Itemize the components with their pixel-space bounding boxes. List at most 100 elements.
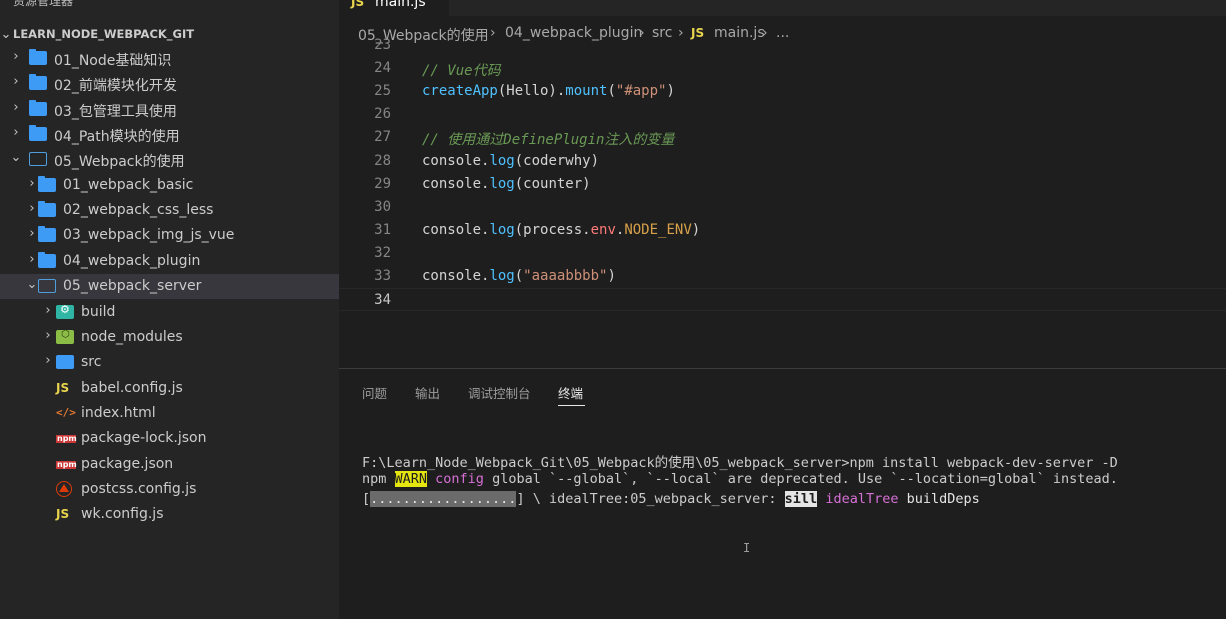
code-line[interactable]: 32: [339, 242, 1226, 265]
code-text: // 使用通过DefinePlugin注入的变量: [422, 129, 674, 149]
more-actions-icon[interactable]: ···: [302, 0, 318, 6]
code-line[interactable]: 29 console.log(counter): [339, 173, 1226, 196]
terminal-text: F:\Learn_Node_Webpack_Git\05_Webpack的使用\…: [362, 455, 1118, 471]
line-number: 23: [374, 37, 391, 53]
code-token: log: [489, 221, 515, 238]
tree-item[interactable]: JS babel.config.js: [0, 376, 339, 401]
src-folder-icon: [56, 355, 74, 370]
terminal-text: buildDeps: [898, 491, 980, 507]
line-number: 25: [374, 83, 391, 100]
tree-item-label: index.html: [81, 404, 156, 421]
tree-item-label: postcss.config.js: [81, 480, 197, 497]
terminal-text: global `--global`, `--local` are depreca…: [483, 471, 1118, 487]
code-text: console.log("aaaabbbb"): [422, 268, 616, 284]
code-token: log: [489, 268, 515, 284]
tree-item-label: 02_webpack_css_less: [63, 202, 214, 219]
npm-file-icon: npm: [56, 459, 77, 469]
tree-item-label: 03_webpack_img_js_vue: [63, 227, 235, 244]
tree-item[interactable]: ⌄ 05_Webpack的使用: [0, 147, 339, 172]
terminal-text: ] \ idealTree:05_webpack_server:: [516, 491, 785, 507]
code-token: // Vue代码: [422, 63, 501, 80]
tree-item-label: src: [81, 354, 102, 371]
tab-problems[interactable]: 问题: [362, 383, 387, 402]
build-folder-icon: [56, 303, 74, 319]
line-number: 34: [374, 292, 391, 309]
active-tab-indicator: [558, 405, 585, 406]
chevron-right-icon: ›: [13, 125, 19, 141]
code-line[interactable]: 27 // 使用通过DefinePlugin注入的变量: [339, 126, 1226, 149]
code-token: (counter): [514, 175, 591, 192]
tree-item[interactable]: ⌄ 05_webpack_server: [0, 274, 339, 300]
code-line[interactable]: 28 console.log(coderwhy): [339, 150, 1226, 173]
tree-item[interactable]: › 03_webpack_img_js_vue: [0, 223, 339, 248]
tree-item[interactable]: › 02_前端模块化开发: [0, 71, 339, 96]
folder-icon: [29, 49, 47, 65]
code-line[interactable]: 25 createApp(Hello).mount("#app"): [339, 80, 1226, 103]
line-number: 24: [374, 60, 391, 77]
terminal-text: WARN: [394, 471, 428, 487]
code-editor[interactable]: 23 24// Vue代码 25 createApp(Hello).mount("#a…: [339, 37, 1226, 368]
code-token: // 使用通过DefinePlugin注入的变量: [422, 132, 675, 149]
code-line[interactable]: 23: [339, 34, 1226, 57]
workspace-section-header[interactable]: ⌄ LEARN_NODE_WEBPACK_GIT: [0, 24, 339, 46]
line-number: 33: [374, 268, 391, 284]
code-line[interactable]: 24 // Vue代码: [339, 57, 1226, 80]
workspace-name: LEARN_NODE_WEBPACK_GIT: [13, 27, 195, 41]
code-token: console.: [422, 175, 490, 192]
tab-main-js[interactable]: JS main.js: [339, 0, 449, 16]
terminal-text: config: [435, 471, 484, 487]
code-line[interactable]: 31 console.log(process.env.NODE_ENV): [339, 219, 1226, 242]
tree-item[interactable]: › 02_webpack_css_less: [0, 198, 339, 223]
terminal-line: npm WARN config global `--global`, `--lo…: [362, 471, 1118, 487]
tree-item[interactable]: › 01_Node基础知识: [0, 46, 339, 71]
tree-item[interactable]: postcss.config.js: [0, 477, 339, 502]
code-token: log: [489, 175, 515, 192]
folder-icon: [29, 74, 47, 91]
tree-item[interactable]: › 04_webpack_plugin: [0, 249, 339, 274]
tab-debug-console[interactable]: 调试控制台: [468, 383, 531, 402]
line-number: 28: [374, 152, 391, 169]
tree-item[interactable]: › 03_包管理工具使用: [0, 97, 339, 122]
tab-output[interactable]: 输出: [415, 383, 440, 402]
tree-item-label: 01_Node基础知识: [54, 53, 172, 69]
tree-item[interactable]: › build: [0, 300, 339, 325]
npm-file-icon: npm: [56, 434, 77, 444]
tree-item[interactable]: › node_modules: [0, 325, 339, 350]
tree-item[interactable]: npm package.json: [0, 452, 339, 477]
terminal-line: [..................] \ idealTree:05_webp…: [362, 491, 980, 507]
tree-item[interactable]: › src: [0, 350, 339, 375]
code-token: ): [691, 221, 701, 238]
chevron-right-icon: ›: [29, 201, 35, 217]
editor-tab-bar: JS main.js: [339, 0, 1226, 16]
bottom-panel: 问题 输出 调试控制台 终端 F:\Learn_Node_Webpack_Git…: [339, 368, 1226, 619]
folder-icon: [29, 125, 47, 142]
tree-item-label: package.json: [81, 455, 174, 472]
tree-item[interactable]: </> index.html: [0, 401, 339, 426]
tree-item[interactable]: JS wk.config.js: [0, 502, 339, 527]
chevron-down-icon: ⌄: [26, 277, 38, 293]
tree-item[interactable]: › 01_webpack_basic: [0, 173, 339, 198]
code-line[interactable]: 34: [339, 288, 1226, 312]
code-text: console.log(process.env.NODE_ENV): [422, 222, 700, 238]
code-line[interactable]: 33 console.log("aaaabbbb"): [339, 265, 1226, 288]
code-token: console.: [422, 221, 490, 238]
tree-item[interactable]: npm package-lock.json: [0, 426, 339, 451]
code-token: (coderwhy): [514, 152, 600, 169]
tab-terminal[interactable]: 终端: [558, 383, 583, 402]
folder-icon: [38, 251, 56, 268]
code-line[interactable]: 30: [339, 196, 1226, 219]
explorer-header: 资源管理器 ···: [0, 0, 339, 12]
explorer-title: 资源管理器: [13, 0, 74, 8]
tree-item-label: babel.config.js: [81, 379, 183, 396]
code-line[interactable]: 26: [339, 103, 1226, 126]
code-token: mount: [565, 83, 608, 100]
folder-open-icon: [38, 279, 56, 294]
tree-item-label: 03_包管理工具使用: [54, 103, 177, 120]
terminal-text: idealTree: [825, 491, 899, 507]
explorer-sidebar: 资源管理器 ··· ⌄ LEARN_NODE_WEBPACK_GIT › 01_N…: [0, 0, 339, 619]
line-number: 29: [374, 175, 391, 192]
tree-item[interactable]: › 04_Path模块的使用: [0, 122, 339, 147]
code-token: createApp: [422, 83, 498, 100]
